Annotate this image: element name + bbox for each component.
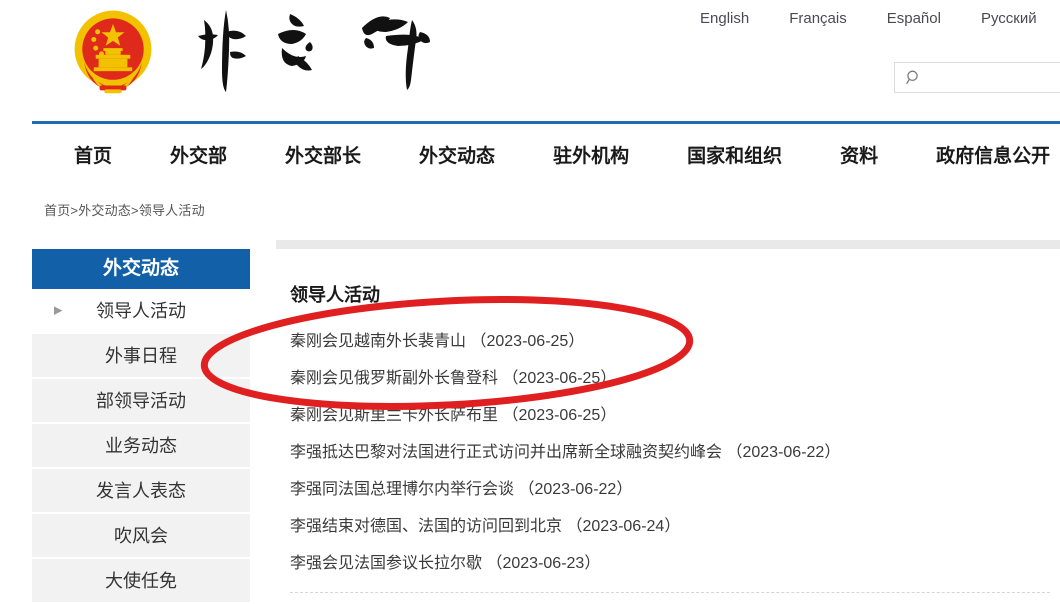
nav-item-diplomatic-news[interactable]: 外交动态: [419, 141, 495, 168]
sidebar-item-spokesperson-remarks[interactable]: 发言人表态: [32, 469, 250, 514]
search-box[interactable]: [894, 62, 1060, 93]
page-title: 领导人活动: [290, 285, 380, 305]
news-link[interactable]: 秦刚会见俄罗斯副外长鲁登科: [290, 370, 498, 387]
nav-item-countries-organizations[interactable]: 国家和组织: [687, 141, 782, 168]
sidebar-title: 外交动态: [32, 249, 250, 289]
nav-item-overseas-missions[interactable]: 驻外机构: [553, 141, 629, 168]
news-link[interactable]: 秦刚会见越南外长裴青山: [290, 333, 466, 350]
news-link[interactable]: 李强同法国总理博尔内举行会谈: [290, 481, 514, 498]
header-divider: [32, 121, 1060, 124]
ministry-calligraphy-logo: [198, 10, 430, 92]
list-item[interactable]: 秦刚会见越南外长裴青山 （2023-06-25）: [290, 323, 1060, 360]
main-navigation[interactable]: 首页 外交部 外交部长 外交动态 驻外机构 国家和组织 资料 政府信息公开: [0, 130, 1060, 178]
sidebar-item-label: 业务动态: [105, 436, 177, 456]
sidebar-item-briefings[interactable]: 吹风会: [32, 514, 250, 559]
breadcrumb[interactable]: 首页>外交动态>领导人活动: [44, 200, 205, 219]
list-item[interactable]: 秦刚会见俄罗斯副外长鲁登科 （2023-06-25）: [290, 360, 1060, 397]
sidebar-item-label: 部领导活动: [96, 391, 186, 411]
search-icon: [906, 70, 918, 84]
list-item[interactable]: 李强同法国总理博尔内举行会谈 （2023-06-22）: [290, 471, 1060, 508]
nav-item-resources[interactable]: 资料: [840, 141, 878, 168]
sidebar-item-label: 领导人活动: [96, 301, 186, 321]
list-bottom-divider: [290, 592, 1050, 593]
nav-item-government-info[interactable]: 政府信息公开: [936, 141, 1050, 168]
list-item[interactable]: 秦刚会见斯里兰卡外长萨布里 （2023-06-25）: [290, 397, 1060, 434]
news-date: （2023-06-22）: [726, 444, 841, 461]
news-date: （2023-06-25）: [502, 370, 617, 387]
language-switcher[interactable]: English Français Español Русский: [700, 10, 1060, 27]
language-link-francais[interactable]: Français: [789, 10, 847, 27]
language-link-english[interactable]: English: [700, 10, 749, 27]
language-link-espanol[interactable]: Español: [887, 10, 941, 27]
sidebar-item-label: 发言人表态: [96, 481, 186, 501]
content-top-divider: [276, 240, 1060, 249]
search-input[interactable]: [923, 63, 1060, 92]
list-item[interactable]: 李强结束对德国、法国的访问回到北京 （2023-06-24）: [290, 508, 1060, 545]
nav-item-home[interactable]: 首页: [74, 141, 112, 168]
news-link[interactable]: 秦刚会见斯里兰卡外长萨布里: [290, 407, 498, 424]
nav-item-minister[interactable]: 外交部长: [285, 141, 361, 168]
sidebar-item-label: 大使任免: [105, 571, 177, 591]
news-date: （2023-06-25）: [470, 333, 585, 350]
news-date: （2023-06-25）: [502, 407, 617, 424]
main-content: 领导人活动 秦刚会见越南外长裴青山 （2023-06-25） 秦刚会见俄罗斯副外…: [276, 240, 1060, 593]
list-item[interactable]: 李强抵达巴黎对法国进行正式访问并出席新全球融资契约峰会 （2023-06-22）: [290, 434, 1060, 471]
news-link[interactable]: 李强结束对德国、法国的访问回到北京: [290, 518, 562, 535]
news-date: （2023-06-22）: [518, 481, 633, 498]
sidebar-item-leaders-activities[interactable]: ▶ 领导人活动: [32, 289, 250, 334]
news-date: （2023-06-23）: [486, 555, 601, 572]
site-header: English Français Español Русский: [0, 0, 1060, 124]
news-date: （2023-06-24）: [566, 518, 681, 535]
news-list: 秦刚会见越南外长裴青山 （2023-06-25） 秦刚会见俄罗斯副外长鲁登科 （…: [290, 323, 1060, 582]
sidebar-item-foreign-affairs-schedule[interactable]: 外事日程: [32, 334, 250, 379]
sidebar-item-ambassador-appointments[interactable]: 大使任免: [32, 559, 250, 604]
national-emblem-icon: [74, 10, 152, 94]
sidebar-item-ministry-leaders-activities[interactable]: 部领导活动: [32, 379, 250, 424]
sidebar: 外交动态 ▶ 领导人活动 外事日程 部领导活动 业务动态 发言人表态 吹风会 大…: [32, 249, 250, 604]
language-link-russian[interactable]: Русский: [981, 10, 1037, 27]
list-item[interactable]: 李强会见法国参议长拉尔歇 （2023-06-23）: [290, 545, 1060, 582]
sidebar-item-label: 吹风会: [114, 526, 168, 546]
sidebar-item-label: 外事日程: [105, 346, 177, 366]
nav-item-ministry[interactable]: 外交部: [170, 141, 227, 168]
chevron-right-icon: ▶: [54, 304, 63, 316]
sidebar-item-business-news[interactable]: 业务动态: [32, 424, 250, 469]
news-link[interactable]: 李强会见法国参议长拉尔歇: [290, 555, 482, 572]
news-link[interactable]: 李强抵达巴黎对法国进行正式访问并出席新全球融资契约峰会: [290, 444, 722, 461]
